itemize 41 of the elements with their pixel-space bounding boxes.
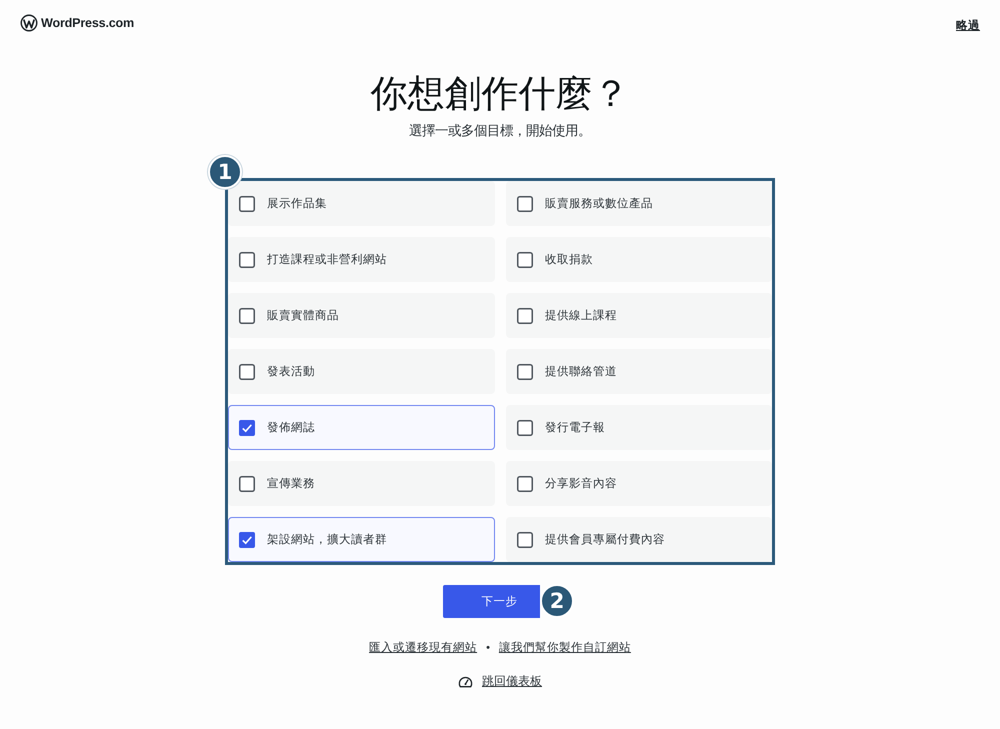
checkbox[interactable] [517, 532, 533, 548]
text-link[interactable]: 匯入或遷移現有網站 [369, 639, 478, 657]
checkbox[interactable] [239, 196, 255, 212]
checkbox[interactable] [239, 364, 255, 380]
page-subtitle: 選擇一或多個目標，開始使用。 [409, 122, 591, 140]
checkbox[interactable] [517, 364, 533, 380]
checkbox[interactable] [517, 196, 533, 212]
goal-option[interactable]: 販賣實體商品 [228, 293, 495, 338]
checkbox[interactable] [239, 532, 255, 548]
gauge-icon[interactable] [458, 674, 473, 688]
checkbox[interactable] [239, 252, 255, 268]
goal-option[interactable]: 提供會員專屬付費內容 [506, 517, 772, 562]
brand-name: WordPress.com [41, 16, 134, 30]
checkbox[interactable] [517, 308, 533, 324]
annotation-badge: 2 [540, 584, 574, 618]
goal-option[interactable]: 收取捐款 [506, 237, 772, 282]
separator-dot: • [485, 641, 491, 656]
goal-option[interactable]: 提供線上課程 [506, 293, 772, 338]
goal-option[interactable]: 提供聯絡管道 [506, 349, 772, 394]
dashboard-link[interactable]: 跳回儀表板 [482, 672, 542, 690]
goal-option[interactable]: 販賣服務或數位產品 [506, 181, 772, 226]
goal-option[interactable]: 發行電子報 [506, 405, 772, 450]
checkbox[interactable] [239, 308, 255, 324]
goal-option[interactable]: 架設網站，擴大讀者群 [228, 517, 495, 562]
page-title: 你想創作什麼？ [370, 72, 630, 116]
next-button[interactable]: 下一步 [443, 585, 540, 618]
checkbox[interactable] [517, 252, 533, 268]
skip-link[interactable]: 略過 [956, 18, 980, 32]
goal-option[interactable]: 展示作品集 [228, 181, 495, 226]
logo-icon[interactable] [20, 14, 38, 32]
checkbox[interactable] [239, 476, 255, 492]
goal-option[interactable]: 宣傳業務 [228, 461, 495, 506]
goal-option[interactable]: 打造課程或非營利網站 [228, 237, 495, 282]
checkbox[interactable] [517, 420, 533, 436]
text-link[interactable]: 讓我們幫你製作自訂網站 [498, 639, 631, 657]
goal-option[interactable]: 分享影音內容 [506, 461, 772, 506]
goal-option[interactable]: 發表活動 [228, 349, 495, 394]
goal-option[interactable]: 發佈網誌 [228, 405, 495, 450]
annotation-badge: 1 [208, 155, 242, 189]
checkbox[interactable] [239, 420, 255, 436]
checkbox[interactable] [517, 476, 533, 492]
